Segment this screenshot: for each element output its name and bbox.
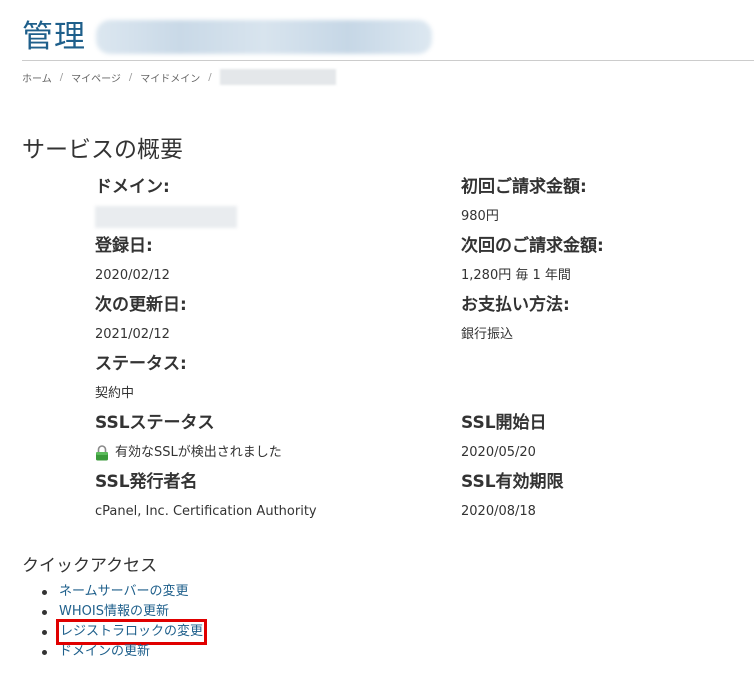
field-label: SSL開始日 — [461, 413, 547, 433]
domain-renewal-link[interactable]: ドメインの更新 — [59, 642, 150, 662]
quick-access-title: クイックアクセス — [22, 556, 158, 576]
field-label: お支払い方法: — [461, 295, 570, 315]
bullet — [42, 629, 47, 635]
field-value: 2020/05/20 — [461, 445, 536, 460]
breadcrumb-mydomain[interactable]: マイドメイン — [140, 70, 200, 85]
field-value: 契約中 — [95, 386, 135, 401]
list-item: ネームサーバーの変更 — [42, 582, 204, 602]
breadcrumb-current-blurred — [219, 69, 336, 85]
header-divider — [22, 60, 754, 61]
breadcrumb-separator: / — [128, 71, 133, 83]
field-label: 初回ご請求金額: — [461, 177, 587, 197]
section-title: サービスの概要 — [22, 137, 183, 163]
field-label: SSLステータス — [95, 413, 215, 433]
field-label: SSL有効期限 — [461, 472, 564, 492]
quick-access-list: ネームサーバーの変更 WHOIS情報の更新 レジストラロックの変更 ドメインの更… — [42, 582, 208, 662]
field-value: 1,280円 毎 1 年間 — [461, 268, 571, 283]
list-item: レジストラロックの変更 — [42, 619, 208, 645]
breadcrumb: ホーム / マイページ / マイドメイン / — [22, 67, 336, 87]
registrar-lock-change-link[interactable]: レジストラロックの変更 — [55, 619, 208, 645]
page-title: 管理 — [22, 19, 86, 55]
breadcrumb-mypage[interactable]: マイページ — [71, 70, 121, 85]
breadcrumb-separator: / — [59, 71, 64, 83]
breadcrumb-separator: / — [208, 71, 212, 83]
field-ssl-expiry: SSL有効期限 2020/08/18 — [461, 469, 564, 521]
list-item: ドメインの更新 — [42, 642, 204, 662]
blurred-domain-value — [95, 206, 237, 228]
bullet — [42, 589, 47, 595]
bullet — [42, 609, 47, 615]
field-value: 2020/08/18 — [461, 504, 536, 519]
field-value — [95, 206, 237, 228]
field-ssl-status: SSLステータス 有効なSSLが検出されました — [95, 410, 282, 462]
field-next-renewal: 次の更新日: 2021/02/12 — [95, 292, 187, 344]
breadcrumb-home[interactable]: ホーム — [22, 70, 52, 85]
field-label: 次回のご請求金額: — [461, 236, 604, 256]
field-label: SSL発行者名 — [95, 472, 198, 492]
field-domain: ドメイン: — [95, 174, 237, 228]
field-value: 銀行振込 — [461, 327, 514, 342]
field-value: 2021/02/12 — [95, 327, 170, 342]
lock-icon — [95, 445, 109, 461]
field-value: 980円 — [461, 209, 499, 224]
field-label: ステータス: — [95, 354, 187, 374]
page-header: 管理 — [22, 14, 432, 60]
field-registration-date: 登録日: 2020/02/12 — [95, 233, 170, 285]
page: 管理 ホーム / マイページ / マイドメイン / サービスの概要 ドメイン: … — [0, 0, 754, 687]
field-status: ステータス: 契約中 — [95, 351, 187, 403]
whois-update-link[interactable]: WHOIS情報の更新 — [59, 602, 169, 622]
field-next-charge: 次回のご請求金額: 1,280円 毎 1 年間 — [461, 233, 604, 285]
field-label: ドメイン: — [95, 177, 170, 197]
bullet — [42, 649, 47, 655]
field-value: 2020/02/12 — [95, 268, 170, 283]
field-value: 有効なSSLが検出されました — [95, 444, 282, 462]
blurred-domain-name — [96, 20, 432, 54]
nameserver-change-link[interactable]: ネームサーバーの変更 — [59, 582, 188, 602]
field-value: cPanel, Inc. Certification Authority — [95, 504, 317, 519]
field-label: 次の更新日: — [95, 295, 187, 315]
field-label: 登録日: — [95, 236, 153, 256]
field-initial-charge: 初回ご請求金額: 980円 — [461, 174, 587, 226]
list-item: WHOIS情報の更新 — [42, 602, 204, 622]
ssl-status-text: 有効なSSLが検出されました — [115, 445, 282, 460]
field-ssl-issuer: SSL発行者名 cPanel, Inc. Certification Autho… — [95, 469, 317, 521]
field-ssl-start-date: SSL開始日 2020/05/20 — [461, 410, 547, 462]
field-payment-method: お支払い方法: 銀行振込 — [461, 292, 570, 344]
